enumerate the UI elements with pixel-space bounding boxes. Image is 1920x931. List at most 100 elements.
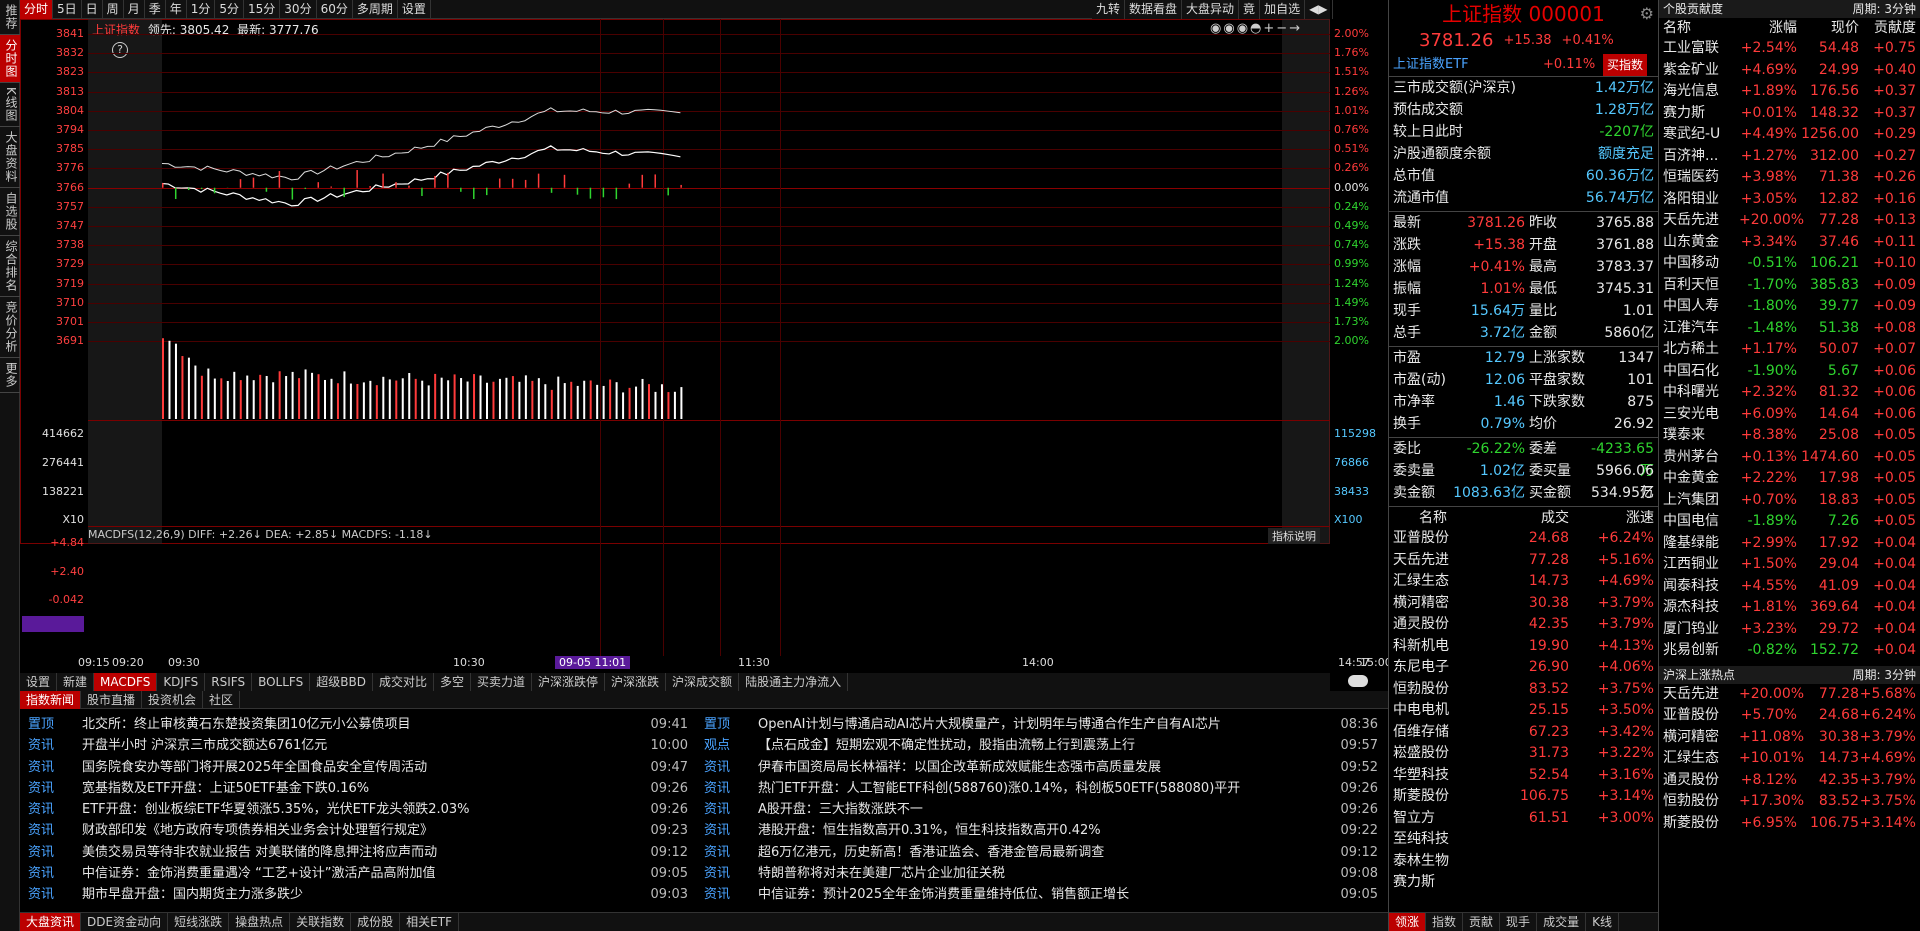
left-nav-item[interactable]: K线图 xyxy=(0,83,20,127)
news-item[interactable]: 资讯 热门ETF开盘：人工智能ETF科创(588760)涨0.14%，科创板50E… xyxy=(696,778,1386,799)
contrib-row[interactable]: 中金黄金 +2.22% 17.98 +0.05 xyxy=(1659,468,1920,490)
buy-index-button[interactable]: 买指数 xyxy=(1603,54,1648,76)
rank-row[interactable]: 汇绿生态 14.73 +4.69% xyxy=(1389,571,1658,593)
period-tab[interactable]: 30分 xyxy=(280,0,317,19)
contrib-row[interactable]: 横河精密 +11.08% 30.38 +3.79% xyxy=(1659,727,1920,749)
bottom-tab[interactable]: 短线涨跌 xyxy=(168,913,230,931)
news-item[interactable]: 资讯 美债交易员等待非农就业报告 对美联储的降息押注将应声而动 09:12 xyxy=(20,842,696,863)
news-title[interactable]: 期市早盘开盘：国内期货主力涨多跌少 xyxy=(82,884,644,905)
indicator-tab[interactable]: RSIFS xyxy=(205,673,253,691)
contrib-row[interactable]: 三安光电 +6.09% 14.64 +0.06 xyxy=(1659,404,1920,426)
contrib-row[interactable]: 赛力斯 +0.01% 148.32 +0.37 xyxy=(1659,103,1920,125)
bottom-tab[interactable]: 相关ETF xyxy=(400,913,459,931)
contrib-row[interactable]: 恒勃股份 +17.30% 83.52 +3.75% xyxy=(1659,791,1920,813)
contrib-row[interactable]: 贵州茅台 +0.13% 1474.60 +0.05 xyxy=(1659,447,1920,469)
rank-row[interactable]: 通灵股份 42.35 +3.79% xyxy=(1389,614,1658,636)
contrib-row[interactable]: 上汽集团 +0.70% 18.83 +0.05 xyxy=(1659,490,1920,512)
indicator-tab[interactable]: 设置 xyxy=(20,673,58,691)
contrib-row[interactable]: 中国移动 -0.51% 106.21 +0.10 xyxy=(1659,253,1920,275)
contrib-row[interactable]: 江淮汽车 -1.48% 51.38 +0.08 xyxy=(1659,318,1920,340)
news-item[interactable]: 资讯 财政部印发《地方政府专项债券相关业务会计处理暂行规定》 09:23 xyxy=(20,820,696,841)
rank-header[interactable]: 成交 xyxy=(1499,507,1569,528)
contrib-row[interactable]: 中科曙光 +2.32% 81.32 +0.06 xyxy=(1659,382,1920,404)
news-item[interactable]: 置顶 北交所：终止审核黄石东楚投资集团10亿元小公募债项目 09:41 xyxy=(20,714,696,735)
indicator-tab[interactable]: 买卖力道 xyxy=(471,673,533,691)
news-title[interactable]: 北交所：终止审核黄石东楚投资集团10亿元小公募债项目 xyxy=(82,714,644,735)
news-title[interactable]: 美债交易员等待非农就业报告 对美联储的降息押注将应声而动 xyxy=(82,842,644,863)
period-tab[interactable]: 分时 xyxy=(20,0,54,19)
rank-row[interactable]: 横河精密 30.38 +3.79% xyxy=(1389,593,1658,615)
rank-tab[interactable]: 现手 xyxy=(1500,913,1538,931)
period-tab[interactable]: 5日 xyxy=(53,0,82,19)
news-title[interactable]: 中信证券：预计2025全年金饰消费重量维持低位、销售额正增长 xyxy=(758,884,1334,905)
news-title[interactable]: OpenAI计划与博通启动AI芯片大规模量产，计划明年与博通合作生产自有AI芯片 xyxy=(758,714,1334,735)
contrib-row[interactable]: 北方稀土 +1.17% 50.07 +0.07 xyxy=(1659,339,1920,361)
news-item[interactable]: 资讯 期市早盘开盘：国内期货主力涨多跌少 09:03 xyxy=(20,884,696,905)
rank-row[interactable]: 中电电机 25.15 +3.50% xyxy=(1389,700,1658,722)
contrib-row[interactable]: 天岳先进 +20.00% 77.28 +5.68% xyxy=(1659,684,1920,706)
news-title[interactable]: 中信证券：金饰消费重量遇冷 “工艺+设计”激活产品高附加值 xyxy=(82,863,644,884)
period-tab[interactable]: 1分 xyxy=(187,0,216,19)
left-nav-item[interactable]: 推荐 xyxy=(0,0,20,35)
contrib-header[interactable]: 贡献度 xyxy=(1859,18,1920,38)
news-title[interactable]: 港股开盘：恒生指数高开0.31%，恒生科技指数高开0.42% xyxy=(758,820,1334,841)
news-tab[interactable]: 指数新闻 xyxy=(20,691,82,709)
period-tab[interactable]: 60分 xyxy=(317,0,353,19)
contrib-row[interactable]: 源杰科技 +1.81% 369.64 +0.04 xyxy=(1659,597,1920,619)
rank-tab[interactable]: 成交量 xyxy=(1537,913,1587,931)
left-nav-item[interactable]: 自选股 xyxy=(0,188,20,236)
news-item[interactable]: 资讯 伊春市国资局局长林福祥：以国企改革新成效赋能生态强市高质量发展 09:52 xyxy=(696,757,1386,778)
rank-row[interactable]: 斯菱股份 106.75 +3.14% xyxy=(1389,786,1658,808)
period-tab[interactable]: 月 xyxy=(124,0,145,19)
period-tab[interactable]: 15分 xyxy=(244,0,281,19)
rank-header[interactable]: 涨速 xyxy=(1569,507,1658,528)
rank-row[interactable]: 泰林生物 xyxy=(1389,851,1658,873)
news-item[interactable]: 资讯 中信证券：预计2025全年金饰消费重量维持低位、销售额正增长 09:05 xyxy=(696,884,1386,905)
toolbar-right-button[interactable]: 竟 xyxy=(1239,0,1261,19)
indicator-tab[interactable]: BOLLFS xyxy=(252,673,311,691)
rank-row[interactable]: 华塑科技 52.54 +3.16% xyxy=(1389,765,1658,787)
contrib-row[interactable]: 工业富联 +2.54% 54.48 +0.75 xyxy=(1659,38,1920,60)
contrib-row[interactable]: 紫金矿业 +4.69% 24.99 +0.40 xyxy=(1659,60,1920,82)
rank-tab[interactable]: 贡献 xyxy=(1463,913,1501,931)
rank-tab[interactable]: 领涨 xyxy=(1389,913,1427,931)
rank-tab[interactable]: 指数 xyxy=(1426,913,1464,931)
contrib-row[interactable]: 中国人寿 -1.80% 39.77 +0.09 xyxy=(1659,296,1920,318)
rank-row[interactable]: 智立方 61.51 +3.00% xyxy=(1389,808,1658,830)
news-item[interactable]: 资讯 国务院食安办等部门将开展2025年全国食品安全宣传周活动 09:47 xyxy=(20,757,696,778)
contrib-row[interactable]: 百利天恒 -1.70% 385.83 +0.09 xyxy=(1659,275,1920,297)
toggle-switch[interactable] xyxy=(1348,675,1368,687)
left-nav-item[interactable]: 分时图 xyxy=(0,35,20,83)
contrib-row[interactable]: 洛阳钼业 +3.05% 12.82 +0.16 xyxy=(1659,189,1920,211)
news-item[interactable]: 资讯 宽基指数及ETF开盘：上证50ETF基金下跌0.16% 09:26 xyxy=(20,778,696,799)
nav-arrows-icon[interactable]: ◀▶ xyxy=(1305,0,1333,19)
news-title[interactable]: 财政部印发《地方政府专项债券相关业务会计处理暂行规定》 xyxy=(82,820,644,841)
news-title[interactable]: A股开盘：三大指数涨跌不一 xyxy=(758,799,1334,820)
bottom-tab[interactable]: 大盘资讯 xyxy=(20,913,82,931)
contrib-row[interactable]: 寒武纪-U +4.49% 1256.00 +0.29 xyxy=(1659,124,1920,146)
rank-row[interactable]: 恒勃股份 83.52 +3.75% xyxy=(1389,679,1658,701)
contrib-header[interactable]: 涨幅 xyxy=(1739,18,1797,38)
left-nav-item[interactable]: 竞价分析 xyxy=(0,297,20,358)
news-title[interactable]: 【点石成金】短期宏观不确定性扰动，股指由流畅上行到震荡上行 xyxy=(758,735,1334,756)
news-title[interactable]: 超6万亿港元，历史新高！香港证监会、香港金管局最新调查 xyxy=(758,842,1334,863)
news-item[interactable]: 置顶 OpenAI计划与博通启动AI芯片大规模量产，计划明年与博通合作生产自有AI… xyxy=(696,714,1386,735)
rank-row[interactable]: 科新机电 19.90 +4.13% xyxy=(1389,636,1658,658)
period-tab[interactable]: 年 xyxy=(166,0,187,19)
left-nav-item[interactable]: 大盘资料 xyxy=(0,127,20,188)
contrib-row[interactable]: 亚普股份 +5.70% 24.68 +6.24% xyxy=(1659,705,1920,727)
indicator-tab[interactable]: 超级BBD xyxy=(310,673,373,691)
news-title[interactable]: 宽基指数及ETF开盘：上证50ETF基金下跌0.16% xyxy=(82,778,644,799)
rank-tab[interactable]: K线 xyxy=(1586,913,1619,931)
settings-icon[interactable]: ⚙ xyxy=(1640,4,1654,23)
news-item[interactable]: 资讯 中信证券：金饰消费重量遇冷 “工艺+设计”激活产品高附加值 09:05 xyxy=(20,863,696,884)
contrib-row[interactable]: 璞泰来 +8.38% 25.08 +0.05 xyxy=(1659,425,1920,447)
news-title[interactable]: 伊春市国资局局长林福祥：以国企改革新成效赋能生态强市高质量发展 xyxy=(758,757,1334,778)
indicator-tab[interactable]: 沪深涨跌 xyxy=(605,673,667,691)
indicator-help-button[interactable]: 指标说明 xyxy=(1268,528,1320,544)
news-item[interactable]: 资讯 港股开盘：恒生指数高开0.31%，恒生科技指数高开0.42% 09:22 xyxy=(696,820,1386,841)
contrib-row[interactable]: 通灵股份 +8.12% 42.35 +3.79% xyxy=(1659,770,1920,792)
contrib-row[interactable]: 山东黄金 +3.34% 37.46 +0.11 xyxy=(1659,232,1920,254)
news-tab[interactable]: 社区 xyxy=(203,691,241,709)
contrib-header[interactable]: 名称 xyxy=(1659,18,1739,38)
